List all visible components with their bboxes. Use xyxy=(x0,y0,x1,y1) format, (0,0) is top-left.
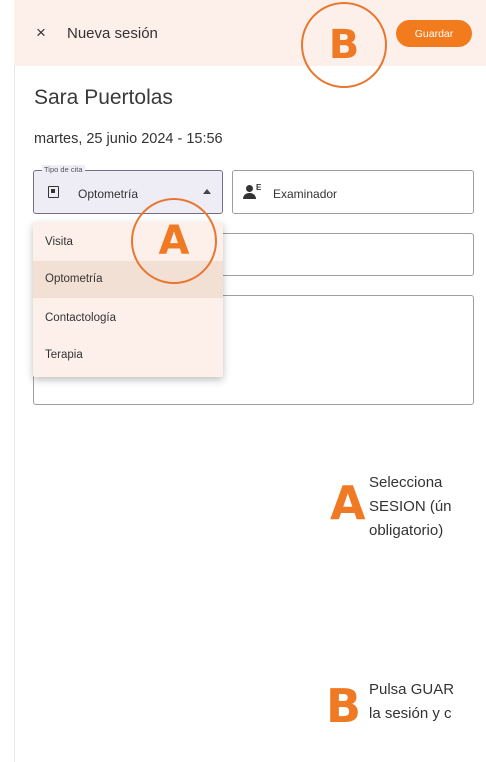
dropdown-option-terapia[interactable]: Terapia xyxy=(33,337,223,374)
arrow-up-icon[interactable] xyxy=(203,189,211,194)
close-icon[interactable]: × xyxy=(36,24,46,42)
patient-name: Sara Puertolas xyxy=(34,86,173,109)
callout-marker-a: A xyxy=(131,198,217,284)
examinador-label: Examinador xyxy=(273,187,338,201)
instruction-b-line: Pulsa GUAR xyxy=(369,681,455,698)
instruction-letter-a: A xyxy=(330,476,366,530)
tipo-cita-value: Optometría xyxy=(78,187,139,201)
calendar-square-icon xyxy=(48,186,59,198)
person-tag-icon: E xyxy=(243,183,265,199)
instruction-b: Pulsa GUAR la sesión y c xyxy=(369,678,486,726)
examinador-field[interactable]: E Examinador xyxy=(232,170,474,214)
dropdown-option-contactologia[interactable]: Contactología xyxy=(33,300,223,337)
instruction-a-line: Selecciona xyxy=(369,474,443,491)
instruction-b-line: la sesión y c xyxy=(369,705,452,722)
save-button[interactable]: Guardar xyxy=(396,20,472,47)
instruction-a-line: SESION (ún xyxy=(369,498,452,515)
dialog-title: Nueva sesión xyxy=(67,25,158,42)
tipo-cita-legend: Tipo de cita xyxy=(42,165,85,175)
instruction-a: Selecciona SESION (ún obligatorio) xyxy=(369,471,486,543)
instruction-letter-b: B xyxy=(326,679,362,733)
instruction-a-line: obligatorio) xyxy=(369,522,444,539)
callout-marker-b: B xyxy=(301,2,387,88)
session-date: martes, 25 junio 2024 - 15:56 xyxy=(34,131,223,147)
